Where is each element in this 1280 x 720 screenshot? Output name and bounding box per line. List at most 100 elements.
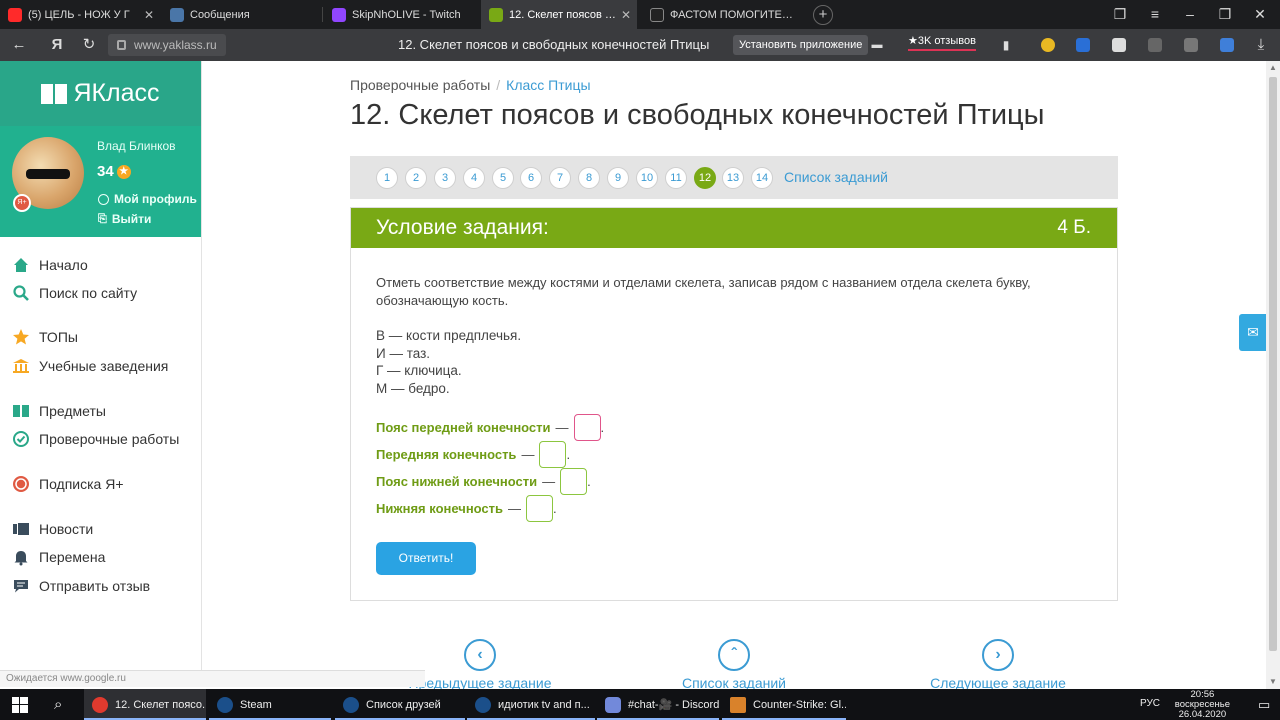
pager-item[interactable]: 4 (463, 167, 485, 189)
taskbar-label: Список друзей (366, 698, 441, 711)
sidebar-item-subscription[interactable]: Подписка Я+ (12, 474, 124, 494)
sidebar-item-label: Отправить отзыв (39, 578, 151, 594)
input-language[interactable]: РУС (1140, 698, 1160, 709)
extension-icon[interactable] (1041, 38, 1055, 52)
taskbar-label: Steam (240, 698, 272, 711)
sidebar-item-label: ТОПы (39, 329, 78, 345)
taskbar-item-browser[interactable]: 12. Скелет поясо... (84, 689, 206, 720)
chat-icon[interactable]: ▬ (866, 35, 888, 55)
extension-icon[interactable] (1220, 38, 1234, 52)
page-scrollbar[interactable]: ▲ ▼ (1266, 61, 1280, 689)
next-task-link[interactable]: › Следующее задание (928, 639, 1068, 691)
profile-panel: Я+ Влад Блинков 34 ★ Мой профиль ⎘ Выйти (0, 126, 201, 237)
browser-tab-yaklass[interactable]: 12. Скелет поясов и своб ✕ (481, 0, 637, 29)
url-text: www.yaklass.ru (134, 38, 217, 52)
bone-item: В — кости предплечья. (376, 328, 522, 343)
sidebar-item-label: Новости (39, 521, 94, 537)
tabs-overview-icon[interactable]: ❐ (1103, 0, 1137, 29)
close-icon[interactable]: ✕ (144, 8, 154, 22)
sidebar-item-feedback[interactable]: Отправить отзыв (12, 576, 150, 596)
browser-tab-messages[interactable]: Сообщения (162, 0, 322, 29)
pager-item[interactable]: 2 (405, 167, 427, 189)
notifications-icon[interactable]: ▭ (1252, 689, 1280, 720)
install-app-button[interactable]: Установить приложение (733, 35, 869, 55)
dash: — (508, 501, 522, 516)
pager-item[interactable]: 13 (722, 167, 744, 189)
taskbar-label: #chat-🎥 - Discord (628, 699, 719, 711)
taskbar-label: Counter-Strike: Gl... (753, 698, 846, 711)
bone-item: И — таз. (376, 345, 431, 361)
browser-tab-youtube[interactable]: (5) ЦЕЛЬ - НОЖ У Г ✕ (0, 0, 160, 29)
taskbar-item-steam-chat[interactable]: идиотик tv and п... (467, 689, 595, 720)
user-name[interactable]: Влад Блинков (97, 139, 176, 153)
pager-item[interactable]: 10 (636, 167, 658, 189)
windows-start-icon[interactable] (8, 689, 38, 720)
close-icon[interactable]: ✕ (621, 8, 631, 22)
scrollbar-thumb[interactable] (1269, 77, 1277, 651)
answer-input[interactable] (560, 468, 588, 495)
taskbar-item-discord[interactable]: #chat-🎥 - Discord (597, 689, 719, 720)
os-taskbar: ⌕ 12. Скелет поясо... Steam Список друзе… (0, 689, 1280, 720)
extension-icon[interactable] (1112, 38, 1126, 52)
task-list-link[interactable]: Список заданий (784, 169, 888, 185)
pager-item[interactable]: 8 (578, 167, 600, 189)
restore-icon[interactable]: ❐ (1208, 0, 1242, 29)
logout-link[interactable]: ⎘ Выйти (98, 212, 151, 226)
taskbar-item-friends[interactable]: Список друзей (335, 689, 465, 720)
pager-item[interactable]: 9 (607, 167, 629, 189)
download-icon[interactable]: ⤓ (1250, 35, 1272, 55)
system-clock[interactable]: 20:56 воскресенье 26.04.2020 (1175, 690, 1230, 720)
browser-tab-twitch[interactable]: SkipNhOLIVE - Twitch (324, 0, 479, 29)
pager-item[interactable]: 3 (434, 167, 456, 189)
pager-item[interactable]: 14 (751, 167, 773, 189)
sidebar-item-break[interactable]: Перемена (12, 547, 105, 567)
scroll-down-icon[interactable]: ▼ (1266, 675, 1280, 689)
pager-item[interactable]: 5 (492, 167, 514, 189)
sidebar-item-tops[interactable]: ТОПы (12, 327, 78, 347)
sidebar-item-subjects[interactable]: Предметы (12, 401, 106, 421)
sidebar-item-search[interactable]: Поиск по сайту (12, 283, 137, 303)
sidebar-item-label: Перемена (39, 549, 106, 565)
back-icon[interactable]: ← (8, 35, 30, 55)
submit-answer-button[interactable]: Ответить! (376, 542, 476, 575)
answer-input[interactable] (539, 441, 567, 468)
my-profile-link[interactable]: Мой профиль (98, 192, 197, 206)
url-field[interactable]: www.yaklass.ru (108, 34, 226, 56)
mail-feedback-button[interactable]: ✉ (1239, 314, 1267, 351)
twitch-icon (332, 7, 346, 22)
pager-item[interactable]: 1 (376, 167, 398, 189)
taskbar-item-csgo[interactable]: Counter-Strike: Gl... (722, 689, 846, 720)
pager-item[interactable]: 11 (665, 167, 687, 189)
search-icon[interactable]: ⌕ (46, 689, 76, 720)
reload-icon[interactable]: ↻ (78, 35, 100, 55)
sidebar-item-news[interactable]: Новости (12, 519, 93, 539)
scroll-up-icon[interactable]: ▲ (1266, 61, 1280, 75)
browser-tab-znanija[interactable]: ФАСТОМ ПОМОГИТЕ !!! Т (642, 0, 802, 29)
sidebar-item-institutions[interactable]: Учебные заведения (12, 356, 168, 376)
pager-item[interactable]: 6 (520, 167, 542, 189)
tab-label: ФАСТОМ ПОМОГИТЕ !!! Т (670, 8, 794, 21)
brand-logo[interactable]: ЯКласс (0, 61, 201, 126)
sidebar-item-tests[interactable]: Проверочные работы (12, 429, 179, 449)
user-points: 34 ★ (97, 163, 131, 180)
breadcrumb-link[interactable]: Класс Птицы (506, 77, 590, 93)
breadcrumb-root[interactable]: Проверочные работы (350, 77, 490, 93)
minimize-icon[interactable]: – (1173, 0, 1207, 29)
answer-input[interactable] (573, 414, 601, 441)
taskbar-item-steam[interactable]: Steam (209, 689, 331, 720)
window-close-icon[interactable]: ✕ (1243, 0, 1277, 29)
new-tab-button[interactable]: + (813, 5, 833, 25)
yandex-icon[interactable]: Я (46, 35, 68, 55)
extension-icon[interactable] (1184, 38, 1198, 52)
bookmark-icon[interactable]: ▮ (995, 35, 1017, 55)
task-list-nav-link[interactable]: ˆ Список заданий (664, 639, 804, 691)
extension-icon[interactable] (1076, 38, 1090, 52)
menu-icon[interactable]: ≡ (1138, 0, 1172, 29)
sidebar-item-home[interactable]: Начало (12, 255, 88, 275)
pager-item[interactable]: 7 (549, 167, 571, 189)
answer-input[interactable] (526, 495, 554, 522)
vk-icon (170, 7, 184, 22)
pager-item-current[interactable]: 12 (694, 167, 716, 189)
reviews-badge[interactable]: ★3K отзывов (908, 33, 976, 51)
extension-icon[interactable] (1148, 38, 1162, 52)
